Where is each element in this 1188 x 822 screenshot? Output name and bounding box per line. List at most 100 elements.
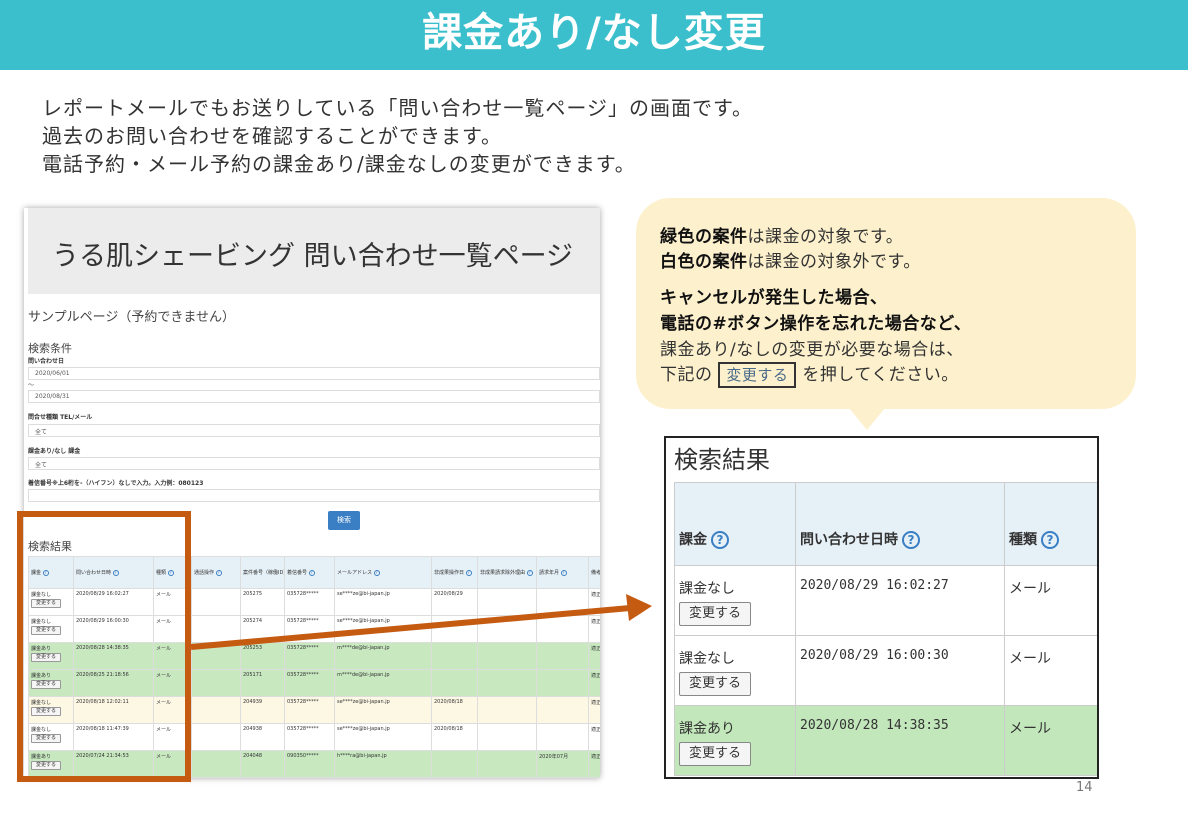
cell-tel: 035728***** (284, 669, 335, 697)
cell-empty (477, 615, 537, 643)
date-to-input[interactable]: 2020/08/31 (28, 390, 600, 403)
phone-input[interactable] (28, 489, 600, 502)
col-billing-header: 課金? (674, 482, 796, 566)
cell-id: 205275 (240, 588, 285, 616)
cell-mail: h****ra@bi-japan.jp (334, 750, 432, 778)
help-icon[interactable]: ? (711, 531, 729, 549)
help-icon[interactable]: ? (1041, 531, 1059, 549)
inquiry-kind: メール (1004, 565, 1097, 636)
cell-empty (477, 669, 537, 697)
inquiry-datetime: 2020/08/28 14:38:35 (795, 705, 1005, 776)
cell-empty (191, 615, 241, 643)
callout-line: 緑色の案件は課金の対象です。 (660, 222, 903, 247)
cell-ng-date: 2020/08/18 (431, 723, 478, 751)
callout-line: キャンセルが発生した場合、 (660, 288, 888, 308)
page-title-bar: うる肌シェービング 問い合わせ一覧ページ (28, 208, 600, 294)
cell-mail: m****de@bi-japan.jp (334, 642, 432, 670)
cell-note: 適正 (588, 588, 600, 616)
cell-ng-date (431, 669, 478, 697)
date-from-input[interactable]: 2020/06/01 (28, 367, 600, 380)
cell-empty (191, 588, 241, 616)
white-label: 白色の案件 (660, 252, 748, 272)
change-button[interactable]: 変更する (679, 742, 751, 766)
change-button[interactable]: 変更する (679, 672, 751, 696)
table-row: 課金なし変更する 2020/08/29 16:02:27 メール (674, 565, 1097, 636)
callout-line: 白色の案件は課金の対象外です。 (660, 247, 921, 272)
cell-empty (477, 723, 537, 751)
help-icon[interactable]: ? (465, 569, 472, 576)
billing-select[interactable]: 全て (28, 457, 600, 470)
cell-month: 2020年07月 (536, 750, 589, 778)
cell-month (536, 669, 589, 697)
cell-tel: 035728***** (284, 696, 335, 724)
cell-id: 205274 (240, 615, 285, 643)
page-number: 14 (1076, 780, 1093, 795)
help-icon[interactable]: ? (902, 531, 920, 549)
cell-month (536, 588, 589, 616)
cell-mail: se****ze@bi-japan.jp (334, 615, 432, 643)
conditions-heading: 検索条件 (28, 342, 72, 355)
cell-ng-date (431, 642, 478, 670)
slide-title: 課金あり/なし変更 (422, 10, 766, 56)
type-label: 問合せ種類 TEL/メール (28, 414, 93, 421)
cell-month (536, 696, 589, 724)
cell-empty (477, 750, 537, 778)
cell-empty (191, 750, 241, 778)
slide-header: 課金あり/なし変更 (0, 0, 1188, 70)
table-row: 課金あり 変更する 2020/08/28 14:38:35 メール (674, 705, 1097, 776)
cell-mail: se****ze@bi-japan.jp (334, 588, 432, 616)
date-tilde: ～ (28, 382, 35, 389)
cell-month (536, 723, 589, 751)
cell-id: 205253 (240, 642, 285, 670)
billing-status: 課金なし (679, 651, 735, 667)
date-label: 問い合わせ日 (28, 358, 65, 365)
cell-ng-date: 2020/08/29 (431, 588, 478, 616)
cell-ng-date (431, 615, 478, 643)
column-header: 非成果操作日 ? (431, 556, 478, 589)
cell-empty (191, 669, 241, 697)
help-icon[interactable]: ? (560, 569, 567, 576)
cell-empty (477, 696, 537, 724)
billing-status: 課金なし (679, 581, 735, 597)
cell-id: 204939 (240, 696, 285, 724)
intro-text: レポートメールでもお送りしている「問い合わせ一覧ページ」の画面です。 過去のお問… (42, 94, 753, 178)
cell-mail: se****ze@bi-japan.jp (334, 696, 432, 724)
column-header: メールアドレス ? (334, 556, 432, 589)
cell-note: 適正 (588, 723, 600, 751)
help-icon[interactable]: ? (373, 569, 380, 576)
cell-mail: m****de@bi-japan.jp (334, 669, 432, 697)
inquiry-kind: メール (1004, 635, 1097, 706)
table-row: 課金なし変更する 2020/08/29 16:00:30 メール (674, 635, 1097, 706)
help-icon[interactable]: ? (526, 569, 533, 576)
cell-id: 204048 (240, 750, 285, 778)
cell-tel: 035728***** (284, 642, 335, 670)
intro-line: 過去のお問い合わせを確認することができます。 (42, 124, 502, 148)
billing-status: 課金あり (679, 721, 735, 737)
intro-line: 電話予約・メール予約の課金あり/課金なしの変更ができます。 (42, 152, 636, 176)
callout-text: は課金の対象外です。 (747, 252, 921, 272)
zoom-results-table: 課金? 問い合わせ日時? 種類? 課金なし 変更する 2020/08/29 16:… (674, 482, 1097, 776)
cell-id: 204938 (240, 723, 285, 751)
type-select[interactable]: 全て (28, 424, 600, 437)
help-icon[interactable]: ? (215, 569, 222, 576)
change-button-sample: 変更する (718, 362, 797, 388)
inquiry-datetime: 2020/08/29 16:02:27 (795, 565, 1005, 636)
cell-empty (477, 642, 537, 670)
cell-id: 205171 (240, 669, 285, 697)
column-header: 非成果請求除外理由 ? (477, 556, 537, 589)
column-header: 請求年月 ? (536, 556, 589, 589)
cell-note: 適正 (588, 696, 600, 724)
sample-notice: サンプルページ（予約できません） (28, 310, 235, 325)
change-button[interactable]: 変更する (679, 602, 751, 626)
zoom-results-heading: 検索結果 (674, 446, 770, 474)
cell-empty (191, 696, 241, 724)
column-header: 案件番号（稼働ID） ? (240, 556, 285, 589)
cell-ng-date: 2020/08/18 (431, 696, 478, 724)
cell-empty (191, 723, 241, 751)
search-button[interactable]: 検索 (328, 511, 360, 530)
cell-note: 適正 (588, 750, 600, 778)
help-icon[interactable]: ? (308, 569, 315, 576)
cell-note: 適正 (588, 669, 600, 697)
inquiry-datetime: 2020/08/29 16:00:30 (795, 635, 1005, 706)
intro-line: レポートメールでもお送りしている「問い合わせ一覧ページ」の画面です。 (42, 96, 753, 120)
